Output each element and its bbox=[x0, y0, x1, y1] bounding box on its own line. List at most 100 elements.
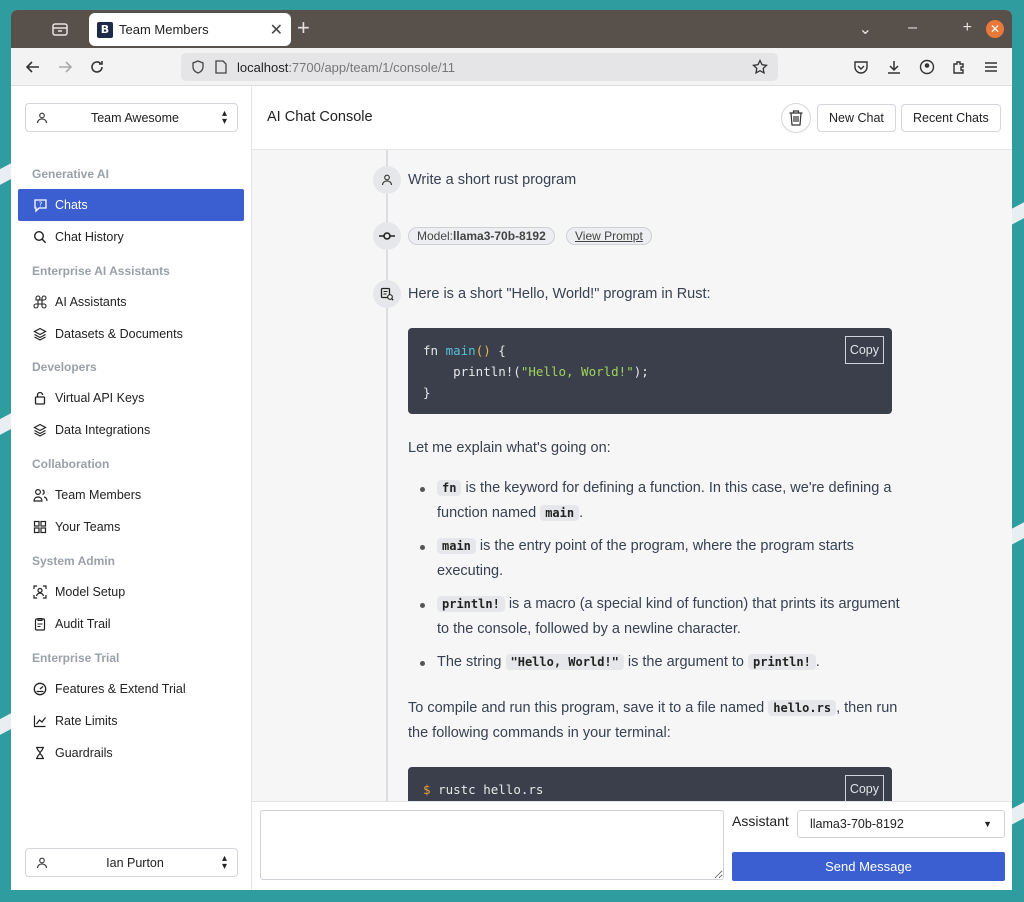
assistant-message-icon bbox=[373, 280, 401, 308]
recent-chats-button[interactable]: Recent Chats bbox=[901, 104, 1001, 132]
grid-icon bbox=[32, 519, 48, 535]
sidebar-item-your-teams[interactable]: Your Teams bbox=[18, 511, 244, 543]
list-item: println! is a macro (a special kind of f… bbox=[408, 592, 902, 642]
page-icon bbox=[215, 60, 227, 74]
sidebar-item-label: Virtual API Keys bbox=[55, 391, 145, 405]
tab-bar: B Team Members ✕ + ⌄ – + ✕ bbox=[11, 10, 1012, 48]
section-enterprise-trial: Enterprise Trial bbox=[32, 651, 120, 665]
list-item: The string "Hello, World!" is the argume… bbox=[408, 650, 902, 675]
url-host: localhost bbox=[237, 59, 289, 75]
assistant-intro: Here is a short "Hello, World!" program … bbox=[408, 286, 711, 302]
sidebar-item-data-integrations[interactable]: Data Integrations bbox=[18, 414, 244, 446]
user-selector-label: Ian Purton bbox=[106, 855, 164, 870]
download-icon[interactable] bbox=[883, 56, 905, 78]
sidebar-item-chats[interactable]: ? Chats bbox=[18, 189, 244, 221]
code-block-rust: fn main() { println!("Hello, World!"); }… bbox=[408, 328, 892, 414]
explanation-list: fn is the keyword for defining a functio… bbox=[408, 476, 902, 683]
message-input[interactable] bbox=[260, 810, 724, 880]
sidebar-item-features-trial[interactable]: Features & Extend Trial bbox=[18, 673, 244, 705]
sidebar-item-label: Features & Extend Trial bbox=[55, 682, 186, 696]
command-icon bbox=[32, 294, 48, 310]
sidebar-item-label: Rate Limits bbox=[55, 714, 118, 728]
list-item: fn is the keyword for defining a functio… bbox=[408, 476, 902, 526]
sidebar-item-datasets[interactable]: Datasets & Documents bbox=[18, 318, 244, 350]
send-message-button[interactable]: Send Message bbox=[732, 852, 1005, 881]
sidebar-item-chat-history[interactable]: Chat History bbox=[18, 221, 244, 253]
new-tab-icon[interactable]: + bbox=[297, 16, 310, 40]
sidebar-item-label: Model Setup bbox=[55, 585, 126, 599]
chevron-down-icon[interactable]: ⌄ bbox=[859, 19, 872, 39]
search-icon bbox=[32, 229, 48, 245]
chat-question-icon: ? bbox=[32, 197, 48, 213]
tab-title: Team Members bbox=[119, 22, 209, 37]
delete-chat-button[interactable] bbox=[781, 103, 811, 133]
copy-button[interactable]: Copy bbox=[844, 775, 884, 801]
maximize-icon[interactable]: + bbox=[963, 19, 972, 37]
bookmark-star-icon[interactable] bbox=[752, 59, 768, 75]
section-developers: Developers bbox=[32, 360, 97, 374]
team-selector[interactable]: Team Awesome ▴ ▾ bbox=[25, 103, 238, 132]
composer: Assistant llama3-70b-8192 ▼ Send Message bbox=[252, 801, 1012, 890]
sidebar-item-label: Your Teams bbox=[55, 520, 121, 534]
up-down-chevron-icon: ▴ ▾ bbox=[221, 107, 227, 127]
assistant-label: Assistant bbox=[732, 813, 789, 829]
shield-icon[interactable] bbox=[191, 60, 205, 74]
commit-icon bbox=[373, 222, 401, 250]
sidebar-item-label: Chats bbox=[55, 198, 88, 212]
sidebar-item-label: Team Members bbox=[55, 488, 142, 502]
extensions-icon[interactable] bbox=[948, 56, 970, 78]
sidebar-item-team-members[interactable]: Team Members bbox=[18, 479, 244, 511]
chat-area[interactable]: Write a short rust program Model: llama3-… bbox=[252, 150, 1012, 801]
url-path: :7700/app/team/1/console/11 bbox=[288, 59, 456, 75]
sidebar-item-rate-limits[interactable]: Rate Limits bbox=[18, 705, 244, 737]
sidebar-item-guardrails[interactable]: Guardrails bbox=[18, 737, 244, 769]
sidebar-item-label: Audit Trail bbox=[55, 617, 111, 631]
sidebar-item-label: Data Integrations bbox=[55, 423, 151, 437]
sidebar: Team Awesome ▴ ▾ Generative AI ? Chats Ch… bbox=[11, 86, 252, 890]
window-close-icon[interactable]: ✕ bbox=[986, 20, 1004, 38]
sidebar-item-virtual-api-keys[interactable]: Virtual API Keys bbox=[18, 382, 244, 414]
explain-intro: Let me explain what's going on: bbox=[408, 440, 611, 456]
forward-icon[interactable] bbox=[54, 56, 76, 78]
up-down-chevron-icon: ▴ ▾ bbox=[221, 852, 227, 872]
favicon-icon: B bbox=[97, 21, 113, 38]
assistant-select[interactable]: llama3-70b-8192 ▼ bbox=[797, 810, 1005, 838]
menu-icon[interactable] bbox=[980, 56, 1002, 78]
section-system-admin: System Admin bbox=[32, 554, 115, 568]
clipboard-icon bbox=[32, 616, 48, 632]
pocket-icon[interactable] bbox=[850, 56, 872, 78]
lock-icon bbox=[32, 390, 48, 406]
hourglass-icon bbox=[32, 745, 48, 761]
back-icon[interactable] bbox=[22, 56, 44, 78]
sidebar-item-audit-trail[interactable]: Audit Trail bbox=[18, 608, 244, 640]
sidebar-item-ai-assistants[interactable]: AI Assistants bbox=[18, 286, 244, 318]
url-bar[interactable]: localhost:7700/app/team/1/console/11 bbox=[181, 53, 778, 81]
user-message: Write a short rust program bbox=[408, 172, 577, 188]
user-message-icon bbox=[373, 166, 401, 194]
sidebar-item-model-setup[interactable]: Model Setup bbox=[18, 576, 244, 608]
reload-icon[interactable] bbox=[86, 56, 108, 78]
browser-window: B Team Members ✕ + ⌄ – + ✕ localhost:770… bbox=[11, 10, 1012, 890]
users-icon bbox=[32, 487, 48, 503]
caret-down-icon: ▼ bbox=[983, 819, 992, 829]
user-icon bbox=[36, 857, 48, 869]
model-label: Model: bbox=[417, 229, 454, 243]
close-tab-icon[interactable]: ✕ bbox=[270, 20, 283, 40]
section-collaboration: Collaboration bbox=[32, 457, 110, 471]
account-icon[interactable] bbox=[916, 56, 938, 78]
model-badge: Model: llama3-70b-8192 bbox=[408, 227, 555, 245]
trash-icon bbox=[788, 109, 804, 127]
section-enterprise-ai-assistants: Enterprise AI Assistants bbox=[32, 264, 170, 278]
copy-button[interactable]: Copy bbox=[844, 336, 884, 364]
sidebar-item-label: Chat History bbox=[55, 230, 124, 244]
browser-tab[interactable]: B Team Members ✕ bbox=[89, 13, 291, 46]
stack-icon bbox=[32, 326, 48, 342]
tab-list-icon[interactable] bbox=[51, 20, 69, 38]
compile-instructions: To compile and run this program, save it… bbox=[408, 700, 898, 741]
user-selector[interactable]: Ian Purton ▴ ▾ bbox=[25, 848, 238, 877]
svg-text:?: ? bbox=[38, 200, 42, 208]
sidebar-item-label: Guardrails bbox=[55, 746, 113, 760]
view-prompt-button[interactable]: View Prompt bbox=[566, 227, 652, 245]
new-chat-button[interactable]: New Chat bbox=[817, 104, 896, 132]
minimize-icon[interactable]: – bbox=[908, 19, 917, 37]
